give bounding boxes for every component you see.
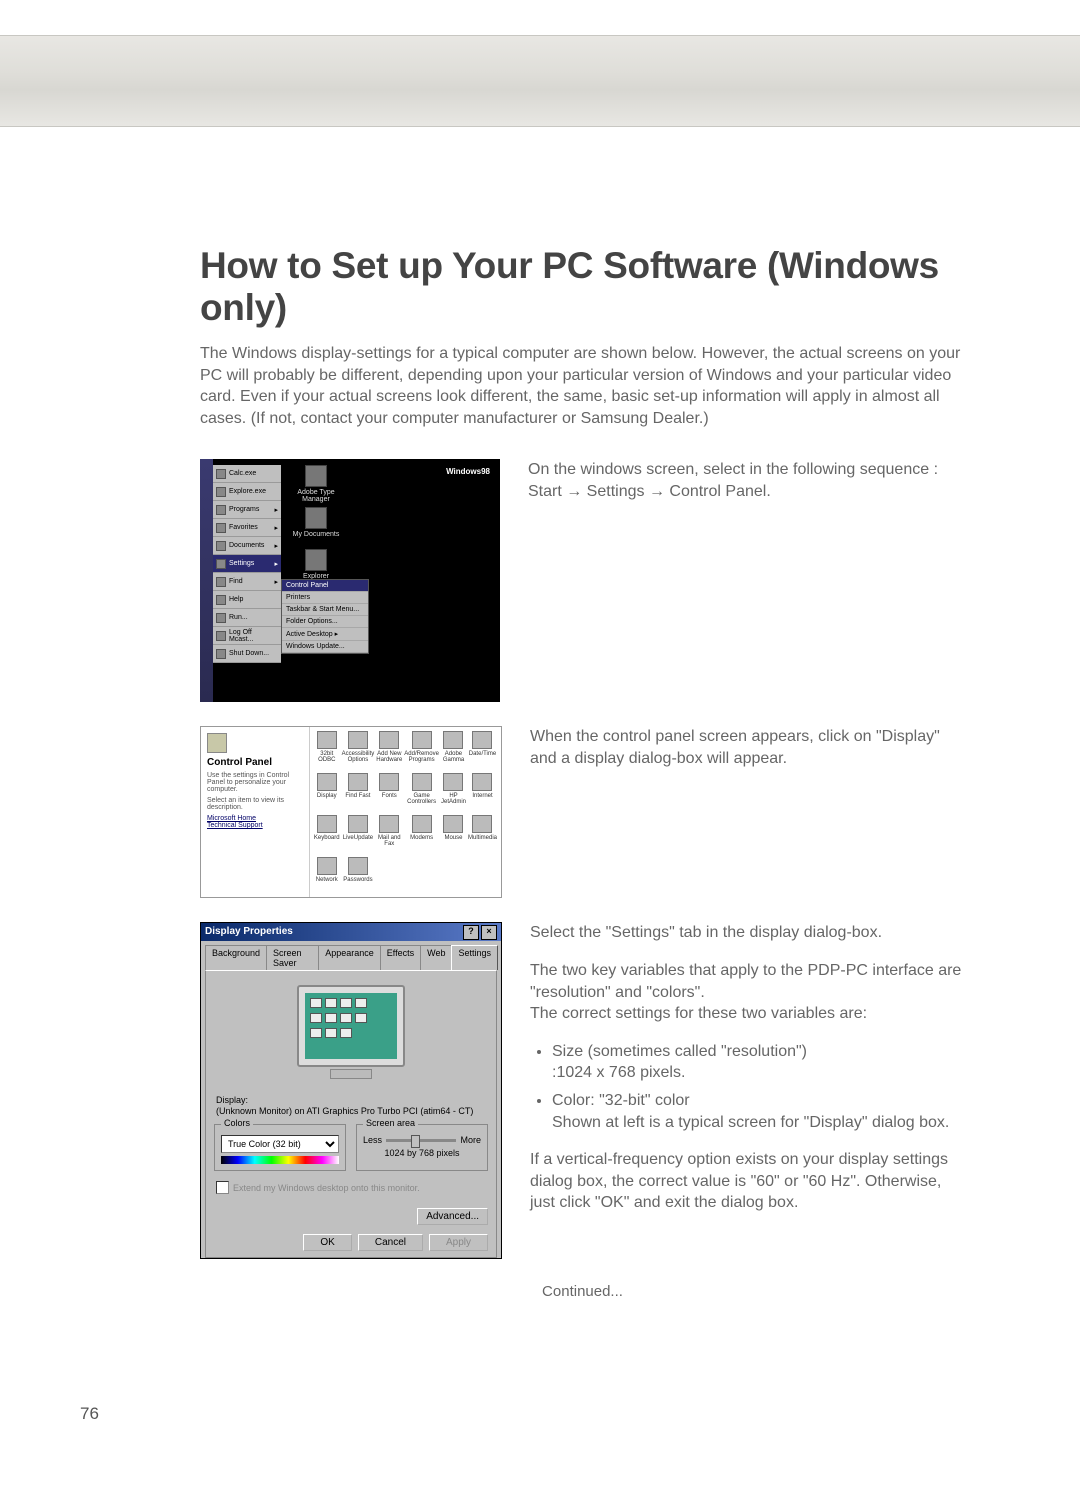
desktop-icon[interactable]: My Documents: [290, 507, 342, 538]
screen-area-legend: Screen area: [363, 1118, 418, 1128]
resolution-value: 1024 by 768 pixels: [363, 1148, 481, 1158]
help-button[interactable]: ?: [463, 925, 479, 940]
settings-submenu: Control PanelPrintersTaskbar & Start Men…: [281, 579, 369, 654]
display-label: Display:: [216, 1095, 488, 1105]
control-panel-item[interactable]: Add/Remove Programs: [404, 731, 439, 771]
start-menu-item[interactable]: Calc.exe: [213, 465, 281, 483]
desktop-icon[interactable]: Adobe Type Manager: [290, 465, 342, 503]
tab-settings[interactable]: Settings: [451, 945, 498, 970]
extend-desktop-label: Extend my Windows desktop onto this moni…: [233, 1183, 420, 1193]
submenu-item[interactable]: Windows Update...: [282, 641, 368, 653]
submenu-item[interactable]: Control Panel: [282, 580, 368, 592]
start-menu-item[interactable]: Settings▸: [213, 555, 281, 573]
control-panel-item[interactable]: Display: [314, 773, 340, 813]
desktop-icon-label: Adobe Type Manager: [297, 489, 334, 503]
control-panel-icon: [207, 733, 227, 753]
list-item: Color: "32-bit" color Shown at left is a…: [552, 1090, 965, 1133]
start-menu-item[interactable]: Log Off Mcast...: [213, 627, 281, 645]
control-panel-item[interactable]: HP JetAdmin: [441, 773, 466, 813]
cancel-button[interactable]: Cancel: [358, 1234, 423, 1251]
monitor-preview: [291, 985, 411, 1085]
control-panel-item[interactable]: Mail and Fax: [376, 815, 402, 855]
explorer-icon: [305, 549, 327, 571]
step3-p3: If a vertical-frequency option exists on…: [530, 1149, 965, 1214]
control-panel-item[interactable]: Multimedia: [468, 815, 497, 855]
cp-hint: Select an item to view its description.: [207, 797, 303, 811]
start-menu-item[interactable]: Help: [213, 591, 281, 609]
control-panel-item[interactable]: Network: [314, 857, 340, 897]
apply-button[interactable]: Apply: [429, 1234, 488, 1251]
cp-hint: Use the settings in Control Panel to per…: [207, 772, 303, 793]
screenshot-control-panel: Control Panel Use the settings in Contro…: [200, 726, 502, 898]
control-panel-item[interactable]: Accessibility Options: [342, 731, 375, 771]
start-menu-item[interactable]: Documents▸: [213, 537, 281, 555]
slider-max-label: More: [460, 1135, 481, 1145]
start-menu-item[interactable]: Find▸: [213, 573, 281, 591]
submenu-item[interactable]: Active Desktop ▸: [282, 628, 368, 641]
advanced-button[interactable]: Advanced...: [417, 1208, 488, 1225]
tab-screen-saver[interactable]: Screen Saver: [266, 945, 319, 970]
tab-background[interactable]: Background: [205, 945, 267, 970]
dialog-title: Display Properties: [205, 923, 293, 941]
step2-text: When the control panel screen appears, c…: [530, 726, 965, 769]
ok-button[interactable]: OK: [303, 1234, 351, 1251]
slider-min-label: Less: [363, 1135, 382, 1145]
control-panel-item[interactable]: 32bit ODBC: [314, 731, 340, 771]
control-panel-item[interactable]: Add New Hardware: [376, 731, 402, 771]
step3-list: Size (sometimes called "resolution") :10…: [530, 1041, 965, 1133]
control-panel-item[interactable]: Find Fast: [342, 773, 375, 813]
step1-text: On the windows screen, select in the fol…: [528, 459, 965, 502]
extend-desktop-checkbox[interactable]: [216, 1181, 229, 1194]
control-panel-item[interactable]: Date/Time: [468, 731, 497, 771]
start-banner: Windows98: [192, 655, 201, 696]
my-documents-icon: [305, 507, 327, 529]
start-menu-item[interactable]: Explore.exe: [213, 483, 281, 501]
continued-label: Continued...: [200, 1283, 965, 1300]
step3-p1: Select the "Settings" tab in the display…: [530, 922, 965, 944]
cp-link[interactable]: Technical Support: [207, 822, 303, 829]
start-menu-item[interactable]: Programs▸: [213, 501, 281, 519]
screenshot-display-properties: Display Properties ? × BackgroundScreen …: [200, 922, 502, 1259]
control-panel-item[interactable]: Game Controllers: [404, 773, 439, 813]
color-preview-bar: [221, 1156, 339, 1164]
desktop-icon[interactable]: Explorer: [290, 549, 342, 580]
start-menu-item[interactable]: Run...: [213, 609, 281, 627]
list-item: Size (sometimes called "resolution") :10…: [552, 1041, 965, 1084]
colors-legend: Colors: [221, 1118, 253, 1128]
tab-web[interactable]: Web: [420, 945, 452, 970]
control-panel-title: Control Panel: [207, 757, 272, 768]
close-button[interactable]: ×: [481, 925, 497, 940]
start-menu-item[interactable]: Favorites▸: [213, 519, 281, 537]
control-panel-item[interactable]: Fonts: [376, 773, 402, 813]
control-panel-item[interactable]: Keyboard: [314, 815, 340, 855]
control-panel-item[interactable]: Modems: [404, 815, 439, 855]
submenu-item[interactable]: Taskbar & Start Menu...: [282, 604, 368, 616]
step3-p2: The two key variables that apply to the …: [530, 960, 965, 1025]
display-name: (Unknown Monitor) on ATI Graphics Pro Tu…: [216, 1106, 488, 1116]
intro-paragraph: The Windows display-settings for a typic…: [200, 343, 965, 429]
start-menu: Calc.exeExplore.exePrograms▸Favorites▸Do…: [213, 465, 281, 663]
adobe-type-manager-icon: [305, 465, 327, 487]
control-panel-item[interactable]: Internet: [468, 773, 497, 813]
desktop-icon-label: My Documents: [293, 531, 340, 538]
submenu-item[interactable]: Folder Options...: [282, 616, 368, 628]
page-number: 76: [80, 1404, 99, 1424]
header-band: [0, 35, 1080, 127]
page-title: How to Set up Your PC Software (Windows …: [200, 245, 965, 329]
tab-appearance[interactable]: Appearance: [318, 945, 381, 970]
start-menu-item[interactable]: Shut Down...: [213, 645, 281, 663]
control-panel-item[interactable]: Passwords: [342, 857, 375, 897]
colors-select[interactable]: True Color (32 bit): [221, 1135, 339, 1153]
submenu-item[interactable]: Printers: [282, 592, 368, 604]
cp-link[interactable]: Microsoft Home: [207, 815, 303, 822]
screenshot-start-menu: Windows98 Windows98 Adobe Type Manager M…: [200, 459, 500, 702]
control-panel-item[interactable]: LiveUpdate: [342, 815, 375, 855]
resolution-slider[interactable]: Less More: [363, 1135, 481, 1145]
control-panel-item[interactable]: Mouse: [441, 815, 466, 855]
control-panel-item[interactable]: Adobe Gamma: [441, 731, 466, 771]
tab-effects[interactable]: Effects: [380, 945, 421, 970]
windows-logo-text: Windows98: [446, 467, 490, 476]
